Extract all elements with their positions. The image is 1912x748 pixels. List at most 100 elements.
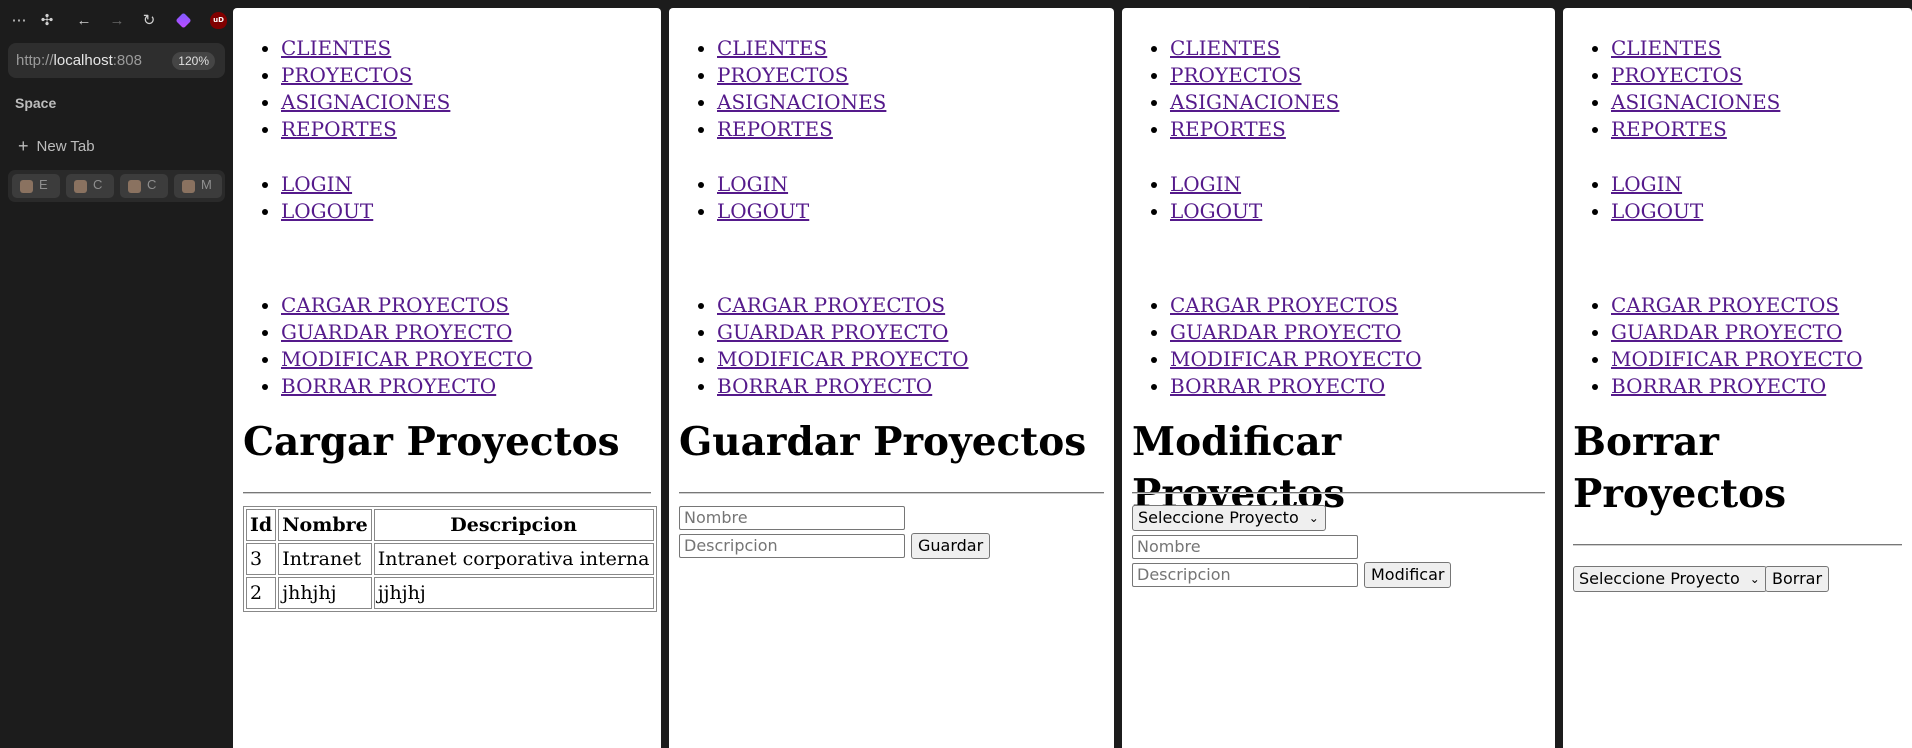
pinned-tab[interactable]: E — [12, 174, 60, 198]
nav-clientes[interactable]: CLIENTES — [1611, 36, 1721, 60]
nav-login[interactable]: LOGIN — [281, 172, 352, 196]
nav-modificar-proyecto[interactable]: MODIFICAR PROYECTO — [717, 347, 969, 371]
main-nav: CLIENTES PROYECTOS ASIGNACIONES REPORTES — [669, 35, 886, 143]
pinned-tab[interactable]: M — [174, 174, 222, 198]
table-row: 3 Intranet Intranet corporativa interna — [246, 543, 654, 575]
pinned-tab[interactable]: C — [120, 174, 168, 198]
main-nav: CLIENTES PROYECTOS ASIGNACIONES REPORTES — [1122, 35, 1339, 143]
nav-asignaciones[interactable]: ASIGNACIONES — [281, 90, 450, 114]
nav-logout[interactable]: LOGOUT — [1170, 199, 1262, 223]
proyectos-nav: CARGAR PROYECTOS GUARDAR PROYECTO MODIFI… — [1122, 292, 1422, 400]
main-nav: CLIENTES PROYECTOS ASIGNACIONES REPORTES — [1563, 35, 1780, 143]
nav-cargar-proyectos[interactable]: CARGAR PROYECTOS — [717, 293, 945, 317]
table-cell: Intranet — [278, 543, 372, 575]
nav-login[interactable]: LOGIN — [1611, 172, 1682, 196]
nav-reportes[interactable]: REPORTES — [1170, 117, 1286, 141]
nav-asignaciones[interactable]: ASIGNACIONES — [717, 90, 886, 114]
descripcion-input[interactable]: Descripcion — [1132, 563, 1358, 587]
nav-guardar-proyecto[interactable]: GUARDAR PROYECTO — [1611, 320, 1842, 344]
favicon-icon — [74, 180, 87, 193]
nav-clientes[interactable]: CLIENTES — [281, 36, 391, 60]
nav-logout[interactable]: LOGOUT — [717, 199, 809, 223]
plus-icon: + — [18, 136, 29, 156]
nav-asignaciones[interactable]: ASIGNACIONES — [1170, 90, 1339, 114]
table-cell: jhhjhj — [278, 577, 372, 609]
page-title: Borrar Proyectos — [1573, 419, 1787, 517]
table-cell: jjhjhj — [373, 577, 654, 609]
guardar-button[interactable]: Guardar — [911, 533, 991, 559]
nav-cargar-proyectos[interactable]: CARGAR PROYECTOS — [1611, 293, 1839, 317]
url-text[interactable]: http://localhost:808 — [16, 43, 164, 78]
browser-sidebar: ⋯ ✣ ← → ↻ uD http://localhost:808 120% S… — [0, 0, 233, 738]
pane-modificar: CLIENTES PROYECTOS ASIGNACIONES REPORTES… — [1122, 8, 1555, 748]
nav-login[interactable]: LOGIN — [717, 172, 788, 196]
ublock-icon[interactable]: uD — [210, 12, 227, 29]
extensions-icon[interactable]: ✣ — [36, 10, 58, 32]
nombre-input[interactable]: Nombre — [679, 506, 905, 530]
nav-login[interactable]: LOGIN — [1170, 172, 1241, 196]
proyecto-select[interactable]: Seleccione Proyecto ⌄ — [1132, 505, 1326, 531]
proyecto-select[interactable]: Seleccione Proyecto ⌄ — [1573, 566, 1767, 592]
nav-logout[interactable]: LOGOUT — [281, 199, 373, 223]
pinned-tab[interactable]: C — [66, 174, 114, 198]
favicon-icon — [182, 180, 195, 193]
more-icon[interactable]: ⋯ — [8, 10, 30, 32]
page-title: Cargar Proyectos — [243, 419, 620, 465]
borrar-button[interactable]: Borrar — [1765, 566, 1830, 592]
proyectos-nav: CARGAR PROYECTOS GUARDAR PROYECTO MODIFI… — [1563, 292, 1863, 400]
nav-cargar-proyectos[interactable]: CARGAR PROYECTOS — [1170, 293, 1398, 317]
nav-reportes[interactable]: REPORTES — [717, 117, 833, 141]
reload-icon[interactable]: ↻ — [138, 10, 160, 32]
favicon-icon — [20, 180, 33, 193]
pinned-tabs: E C C M — [8, 170, 225, 202]
zoom-badge[interactable]: 120% — [172, 52, 215, 70]
page-title: Guardar Proyectos — [679, 419, 1087, 465]
extension-icon[interactable] — [175, 12, 192, 29]
nombre-input[interactable]: Nombre — [1132, 535, 1358, 559]
chevron-down-icon: ⌄ — [1749, 572, 1760, 586]
proyectos-table: Id Nombre Descripcion 3 Intranet Intrane… — [243, 506, 657, 612]
modificar-button[interactable]: Modificar — [1364, 562, 1452, 588]
descripcion-input[interactable]: Descripcion — [679, 534, 905, 558]
nav-proyectos[interactable]: PROYECTOS — [1170, 63, 1301, 87]
back-icon[interactable]: ← — [73, 10, 95, 32]
auth-nav: LOGIN LOGOUT — [1122, 171, 1262, 225]
table-cell: 2 — [246, 577, 277, 609]
nav-clientes[interactable]: CLIENTES — [717, 36, 827, 60]
proyectos-nav: CARGAR PROYECTOS GUARDAR PROYECTO MODIFI… — [669, 292, 969, 400]
nav-logout[interactable]: LOGOUT — [1611, 199, 1703, 223]
nav-clientes[interactable]: CLIENTES — [1170, 36, 1280, 60]
nav-proyectos[interactable]: PROYECTOS — [281, 63, 412, 87]
table-cell: 3 — [246, 543, 277, 575]
nav-borrar-proyecto[interactable]: BORRAR PROYECTO — [1170, 374, 1385, 398]
nav-guardar-proyecto[interactable]: GUARDAR PROYECTO — [717, 320, 948, 344]
pane-guardar: CLIENTES PROYECTOS ASIGNACIONES REPORTES… — [669, 8, 1114, 748]
divider — [1573, 544, 1902, 546]
nav-modificar-proyecto[interactable]: MODIFICAR PROYECTO — [1611, 347, 1863, 371]
nav-modificar-proyecto[interactable]: MODIFICAR PROYECTO — [281, 347, 533, 371]
nav-guardar-proyecto[interactable]: GUARDAR PROYECTO — [1170, 320, 1401, 344]
nav-cargar-proyectos[interactable]: CARGAR PROYECTOS — [281, 293, 509, 317]
nav-reportes[interactable]: REPORTES — [281, 117, 397, 141]
forward-icon[interactable]: → — [106, 10, 128, 32]
table-cell: Intranet corporativa interna — [373, 543, 654, 575]
browser-toolbar: ⋯ ✣ ← → ↻ uD — [8, 10, 227, 32]
table-header-row: Id Nombre Descripcion — [246, 509, 654, 541]
nav-modificar-proyecto[interactable]: MODIFICAR PROYECTO — [1170, 347, 1422, 371]
nav-proyectos[interactable]: PROYECTOS — [1611, 63, 1742, 87]
new-tab-button[interactable]: + New Tab — [18, 136, 95, 157]
space-label: Space — [15, 95, 57, 111]
nav-borrar-proyecto[interactable]: BORRAR PROYECTO — [281, 374, 496, 398]
nav-reportes[interactable]: REPORTES — [1611, 117, 1727, 141]
column-header: Descripcion — [373, 509, 654, 541]
column-header: Nombre — [278, 509, 372, 541]
chevron-down-icon: ⌄ — [1308, 511, 1319, 525]
nav-asignaciones[interactable]: ASIGNACIONES — [1611, 90, 1780, 114]
url-bar[interactable]: http://localhost:808 120% — [8, 43, 225, 78]
table-row: 2 jhhjhj jjhjhj — [246, 577, 654, 609]
nav-borrar-proyecto[interactable]: BORRAR PROYECTO — [717, 374, 932, 398]
nav-borrar-proyecto[interactable]: BORRAR PROYECTO — [1611, 374, 1826, 398]
nav-guardar-proyecto[interactable]: GUARDAR PROYECTO — [281, 320, 512, 344]
auth-nav: LOGIN LOGOUT — [669, 171, 809, 225]
nav-proyectos[interactable]: PROYECTOS — [717, 63, 848, 87]
